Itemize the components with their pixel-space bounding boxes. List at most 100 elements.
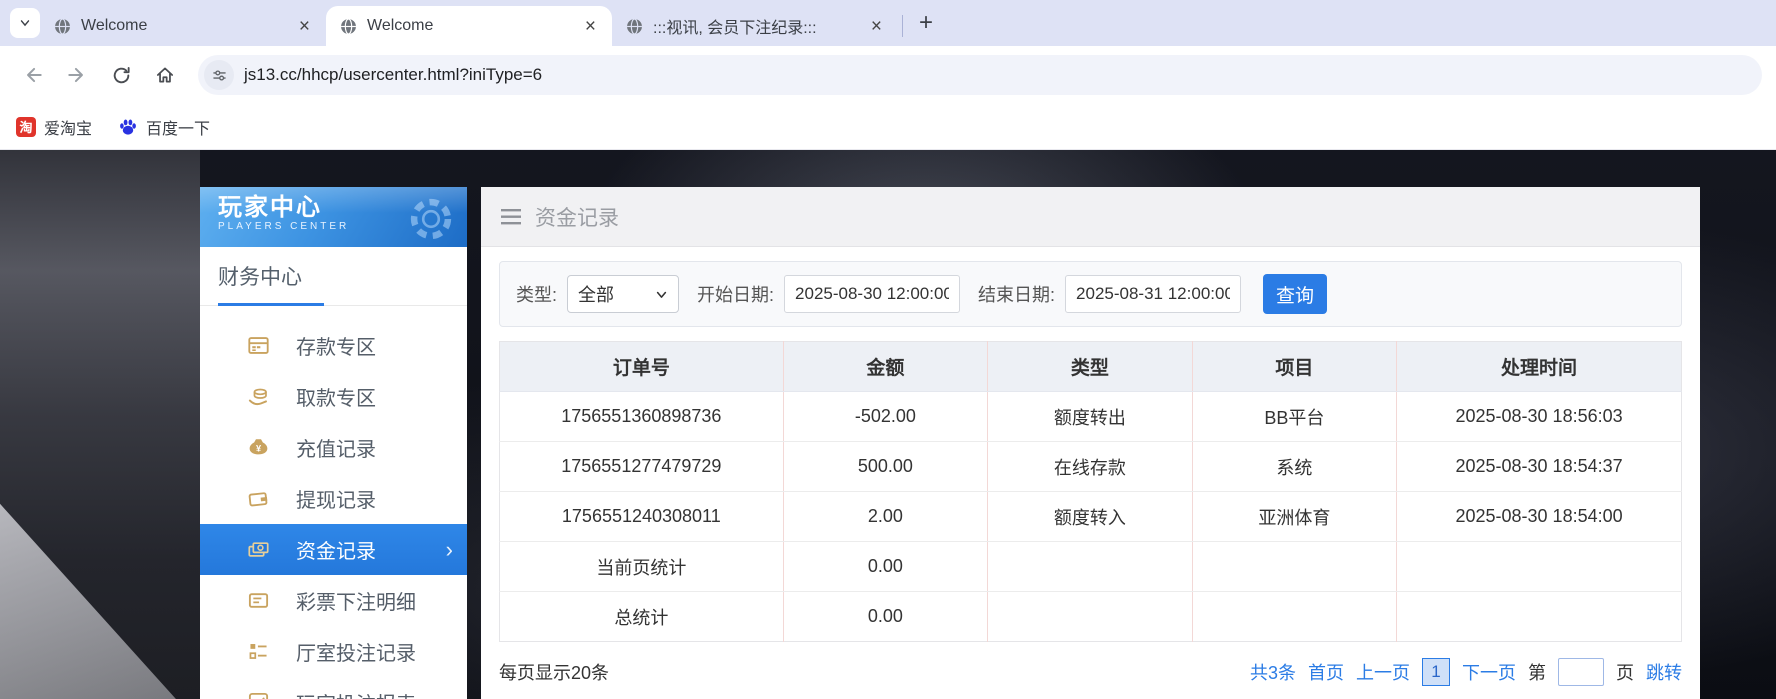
funds-record-panel: 资金记录 类型: 全部 开始日期: 结束日期: 查询	[481, 187, 1700, 699]
table-header-row: 订单号 金额 类型 项目 处理时间	[500, 342, 1682, 392]
sidebar-item-funds-record[interactable]: 资金记录 ›	[200, 524, 467, 575]
search-button[interactable]: 查询	[1263, 274, 1327, 314]
svg-text:¥: ¥	[255, 443, 261, 453]
hamburger-menu-icon[interactable]	[501, 209, 521, 225]
cell-amount: -502.00	[783, 392, 987, 442]
column-header-time: 处理时间	[1397, 342, 1682, 392]
cell-amount: 2.00	[783, 492, 987, 542]
cell-amount: 500.00	[783, 442, 987, 492]
cell-amount: 0.00	[783, 592, 987, 642]
end-date-input[interactable]	[1065, 275, 1241, 313]
type-select-value: 全部	[578, 281, 614, 307]
cell-project: 亚洲体育	[1192, 492, 1396, 542]
chevron-right-icon: ›	[446, 537, 453, 563]
total-count-text: 共3条	[1250, 659, 1296, 685]
tab-title: :::视讯, 会员下注纪录:::	[653, 14, 857, 38]
browser-toolbar: js13.cc/hhcp/usercenter.html?iniType=6	[0, 46, 1776, 104]
bookmark-taobao[interactable]: 淘 爱淘宝	[16, 115, 92, 139]
page-title: 资金记录	[535, 202, 619, 232]
cell-amount: 0.00	[783, 542, 987, 592]
tab-separator	[902, 15, 903, 37]
cell-stat-label: 当前页统计	[500, 542, 784, 592]
sidebar-item-deposit-zone[interactable]: 存款专区	[200, 320, 467, 371]
next-page-link[interactable]: 下一页	[1462, 659, 1516, 685]
type-label: 类型:	[516, 281, 557, 307]
sidebar-item-label: 取款专区	[296, 382, 376, 411]
recharge-icon: ¥	[246, 436, 270, 460]
back-button[interactable]	[14, 56, 52, 94]
column-header-type: 类型	[988, 342, 1192, 392]
new-tab-button[interactable]: +	[911, 8, 941, 38]
tab-title: Welcome	[367, 17, 571, 35]
sidebar-item-player-bet-report[interactable]: 玩家投注报表	[200, 677, 467, 699]
address-bar[interactable]: js13.cc/hhcp/usercenter.html?iniType=6	[198, 55, 1762, 95]
sidebar-item-label: 存款专区	[296, 331, 376, 360]
hall-bet-icon	[246, 640, 270, 664]
column-header-amount: 金额	[783, 342, 987, 392]
tab-search-button[interactable]	[10, 8, 40, 38]
tab-close-icon[interactable]: ×	[581, 15, 600, 38]
table-row: 1756551240308011 2.00 额度转入 亚洲体育 2025-08-…	[500, 492, 1682, 542]
bookmarks-bar: 淘 爱淘宝 百度一下	[0, 104, 1776, 150]
prev-page-link[interactable]: 上一页	[1356, 659, 1410, 685]
cell-type: 额度转出	[988, 392, 1192, 442]
lottery-bet-icon	[246, 589, 270, 613]
chevron-down-icon	[655, 288, 668, 301]
site-info-tune-icon	[211, 67, 228, 84]
start-date-label: 开始日期:	[697, 281, 774, 307]
sidebar-item-recharge-record[interactable]: ¥ 充值记录	[200, 422, 467, 473]
globe-icon	[340, 18, 357, 35]
funds-record-table: 订单号 金额 类型 项目 处理时间 1756551360898736 -502.…	[499, 341, 1682, 642]
taobao-icon: 淘	[16, 117, 36, 137]
cell-time: 2025-08-30 18:54:37	[1397, 442, 1682, 492]
withdraw-icon	[246, 385, 270, 409]
browser-tab-welcome-2-active[interactable]: Welcome ×	[326, 6, 612, 46]
page-jump-input[interactable]	[1558, 658, 1604, 686]
table-row-total-stats: 总统计 0.00	[500, 592, 1682, 642]
sidebar-header: 玩家中心 PLAYERS CENTER	[200, 187, 467, 247]
cell-order-id: 1756551240308011	[500, 492, 784, 542]
first-page-link[interactable]: 首页	[1308, 659, 1344, 685]
tab-close-icon[interactable]: ×	[295, 15, 314, 38]
column-header-project: 项目	[1192, 342, 1396, 392]
start-date-input[interactable]	[784, 275, 960, 313]
sidebar-item-label: 玩家投注报表	[296, 688, 416, 699]
sidebar-item-label: 彩票下注明细	[296, 586, 416, 615]
reload-button[interactable]	[102, 56, 140, 94]
cell-stat-label: 总统计	[500, 592, 784, 642]
tab-title: Welcome	[81, 17, 285, 35]
sidebar-item-label: 充值记录	[296, 433, 376, 462]
tab-strip: Welcome × Welcome × :::视讯, 会员下注纪录::: × +	[0, 0, 1776, 46]
url-text: js13.cc/hhcp/usercenter.html?iniType=6	[244, 65, 542, 85]
panel-header: 资金记录	[481, 187, 1700, 247]
sidebar-item-hall-bet-record[interactable]: 厅室投注记录	[200, 626, 467, 677]
sidebar-item-withdrawal-record[interactable]: 提现记录	[200, 473, 467, 524]
globe-icon	[626, 18, 643, 35]
bookmark-label: 爱淘宝	[44, 115, 92, 139]
funds-icon	[246, 538, 270, 562]
jump-label-pre: 第	[1528, 659, 1546, 685]
section-underline	[200, 303, 467, 306]
cell-project: BB平台	[1192, 392, 1396, 442]
site-info-button[interactable]	[204, 60, 234, 90]
tab-close-icon[interactable]: ×	[867, 15, 886, 38]
jump-button[interactable]: 跳转	[1646, 659, 1682, 685]
sidebar-item-label: 提现记录	[296, 484, 376, 513]
current-page-indicator[interactable]: 1	[1422, 658, 1450, 686]
browser-tab-welcome-1[interactable]: Welcome ×	[40, 6, 326, 46]
pagination-bar: 每页显示20条 共3条 首页 上一页 1 下一页 第 页 跳转	[499, 658, 1682, 686]
page-content: 玩家中心 PLAYERS CENTER 财务中心 存款专区 取款专区	[0, 150, 1776, 699]
sidebar-item-withdraw-zone[interactable]: 取款专区	[200, 371, 467, 422]
column-header-order-id: 订单号	[500, 342, 784, 392]
table-row: 1756551360898736 -502.00 额度转出 BB平台 2025-…	[500, 392, 1682, 442]
browser-tab-video-records[interactable]: :::视讯, 会员下注纪录::: ×	[612, 6, 898, 46]
bookmark-baidu[interactable]: 百度一下	[118, 115, 210, 139]
table-row: 1756551277479729 500.00 在线存款 系统 2025-08-…	[500, 442, 1682, 492]
forward-button[interactable]	[58, 56, 96, 94]
end-date-label: 结束日期:	[978, 281, 1055, 307]
home-button[interactable]	[146, 56, 184, 94]
type-select[interactable]: 全部	[567, 275, 679, 313]
forward-arrow-icon	[66, 64, 88, 86]
sidebar-item-lottery-bet-detail[interactable]: 彩票下注明细	[200, 575, 467, 626]
page-size-text: 每页显示20条	[499, 659, 609, 685]
